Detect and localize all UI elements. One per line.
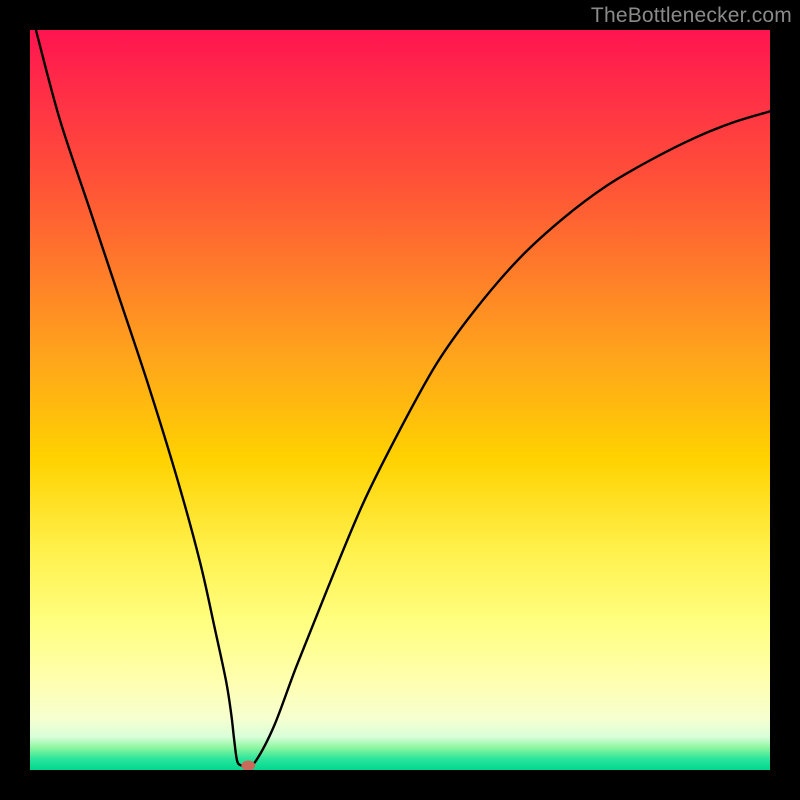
watermark-text: TheBottlenecker.com: [591, 4, 792, 28]
bottleneck-curve: [36, 30, 770, 766]
chart-frame: TheBottlenecker.com: [0, 0, 800, 800]
curve-svg: [30, 30, 770, 770]
min-marker: [241, 761, 255, 770]
plot-area: [30, 30, 770, 770]
